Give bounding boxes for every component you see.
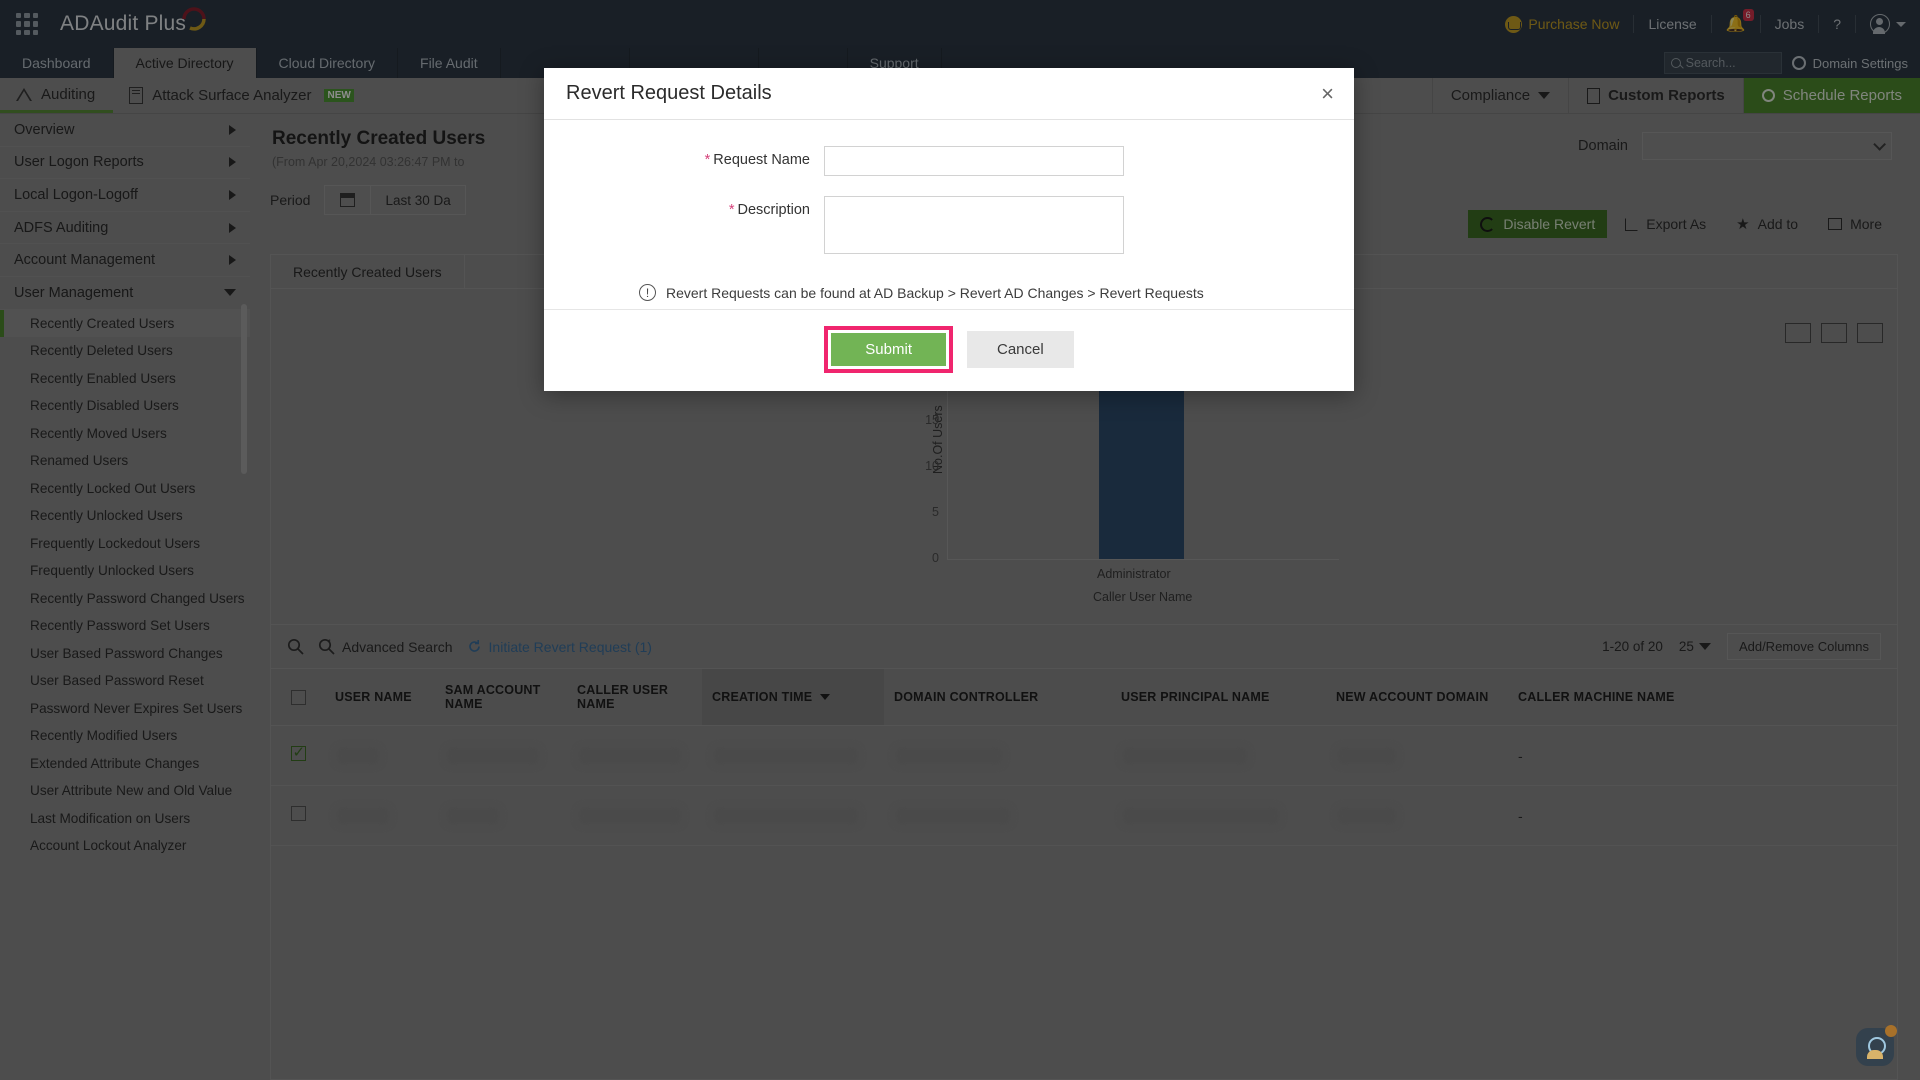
info-icon: ! bbox=[639, 284, 656, 301]
modal-body: * Request Name * Description ! Revert Requ… bbox=[544, 120, 1354, 309]
support-chat-button[interactable] bbox=[1856, 1025, 1897, 1066]
modal-note: ! Revert Requests can be found at AD Bac… bbox=[544, 274, 1354, 301]
modal-footer: Submit Cancel bbox=[544, 309, 1354, 391]
request-name-input[interactable] bbox=[824, 146, 1124, 176]
submit-highlight: Submit bbox=[824, 326, 953, 373]
description-textarea[interactable] bbox=[824, 196, 1124, 254]
close-icon[interactable]: × bbox=[1321, 82, 1334, 105]
modal-note-text: Revert Requests can be found at AD Backu… bbox=[666, 284, 1204, 301]
submit-button[interactable]: Submit bbox=[831, 333, 946, 366]
required-marker: * bbox=[728, 202, 735, 218]
modal-title: Revert Request Details bbox=[566, 82, 772, 104]
request-name-label-text: Request Name bbox=[713, 152, 810, 168]
request-name-label: * Request Name bbox=[544, 146, 824, 168]
field-row-description: * Description bbox=[544, 196, 1354, 254]
required-marker: * bbox=[704, 152, 711, 168]
description-label: * Description bbox=[544, 196, 824, 218]
modal-header: Revert Request Details × bbox=[544, 68, 1354, 120]
chat-notification-dot bbox=[1885, 1025, 1897, 1037]
revert-request-modal: Revert Request Details × * Request Name *… bbox=[544, 68, 1354, 391]
description-label-text: Description bbox=[737, 202, 810, 218]
field-row-request-name: * Request Name bbox=[544, 146, 1354, 176]
cancel-button[interactable]: Cancel bbox=[966, 331, 1074, 368]
